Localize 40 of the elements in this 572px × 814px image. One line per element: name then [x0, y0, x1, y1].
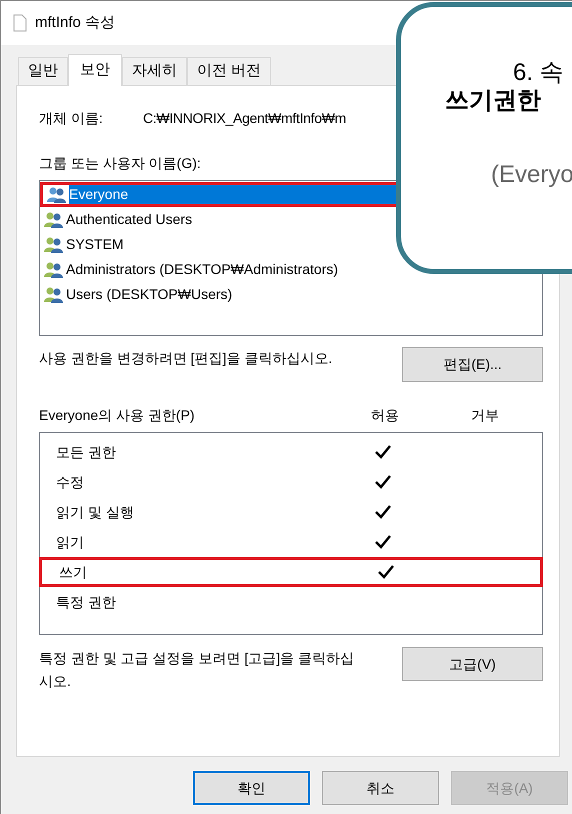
users-icon — [44, 236, 64, 254]
group-list-item[interactable]: SYSTEM — [40, 232, 542, 257]
users-icon — [44, 260, 64, 278]
edit-button[interactable]: 편집(E)... — [402, 347, 543, 382]
check-icon — [374, 474, 392, 490]
object-name-value: C:₩INNORIX_Agent₩mftInfo₩m — [143, 108, 346, 128]
users-icon — [47, 186, 67, 204]
object-name-label: 개체 이름: — [39, 108, 104, 128]
tab[interactable]: 이전 버전 — [187, 57, 272, 85]
file-icon — [13, 14, 27, 32]
permission-name: 모든 권한 — [56, 444, 116, 460]
groups-label: 그룹 또는 사용자 이름(G): — [39, 154, 201, 173]
check-icon — [374, 444, 392, 460]
window-title: mftInfo 속성 — [35, 12, 116, 33]
allow-header: 허용 — [371, 406, 400, 424]
permission-name: 수정 — [56, 474, 84, 490]
callout-text: 쓰기권한 — [445, 87, 541, 115]
group-list-item[interactable]: Administrators (DESKTOP₩Administrators) — [40, 257, 542, 282]
permission-name: 특정 권한 — [56, 594, 116, 610]
group-list-item[interactable]: Users (DESKTOP₩Users) — [40, 282, 542, 307]
check-icon — [374, 534, 392, 550]
check-icon — [374, 504, 392, 520]
tab[interactable]: 자세히 — [122, 57, 187, 85]
group-list-item[interactable]: Authenticated Users — [40, 207, 542, 232]
advanced-button[interactable]: 고급(V) — [402, 647, 543, 681]
advanced-hint: 특정 권한 및 고급 설정을 보려면 [고급]을 클릭하십시오. — [39, 649, 356, 691]
edit-hint: 사용 권한을 변경하려면 [편집]을 클릭하십시오. — [39, 349, 332, 368]
check-icon — [377, 564, 395, 580]
permission-name: 읽기 — [56, 534, 84, 550]
tab[interactable]: 보안 — [68, 54, 122, 86]
users-icon — [44, 210, 64, 228]
tab[interactable]: 일반 — [18, 57, 68, 85]
users-icon — [44, 286, 64, 304]
callout-text: 6. 속 — [513, 59, 564, 87]
dialog-button[interactable]: 취소 — [322, 771, 439, 805]
permission-name: 읽기 및 실행 — [56, 504, 134, 520]
deny-header: 거부 — [471, 406, 500, 424]
permissions-label: Everyone의 사용 권한(P) — [39, 406, 196, 425]
permission-name: 쓰기 — [59, 564, 87, 580]
dialog-button[interactable]: 확인 — [193, 771, 310, 805]
